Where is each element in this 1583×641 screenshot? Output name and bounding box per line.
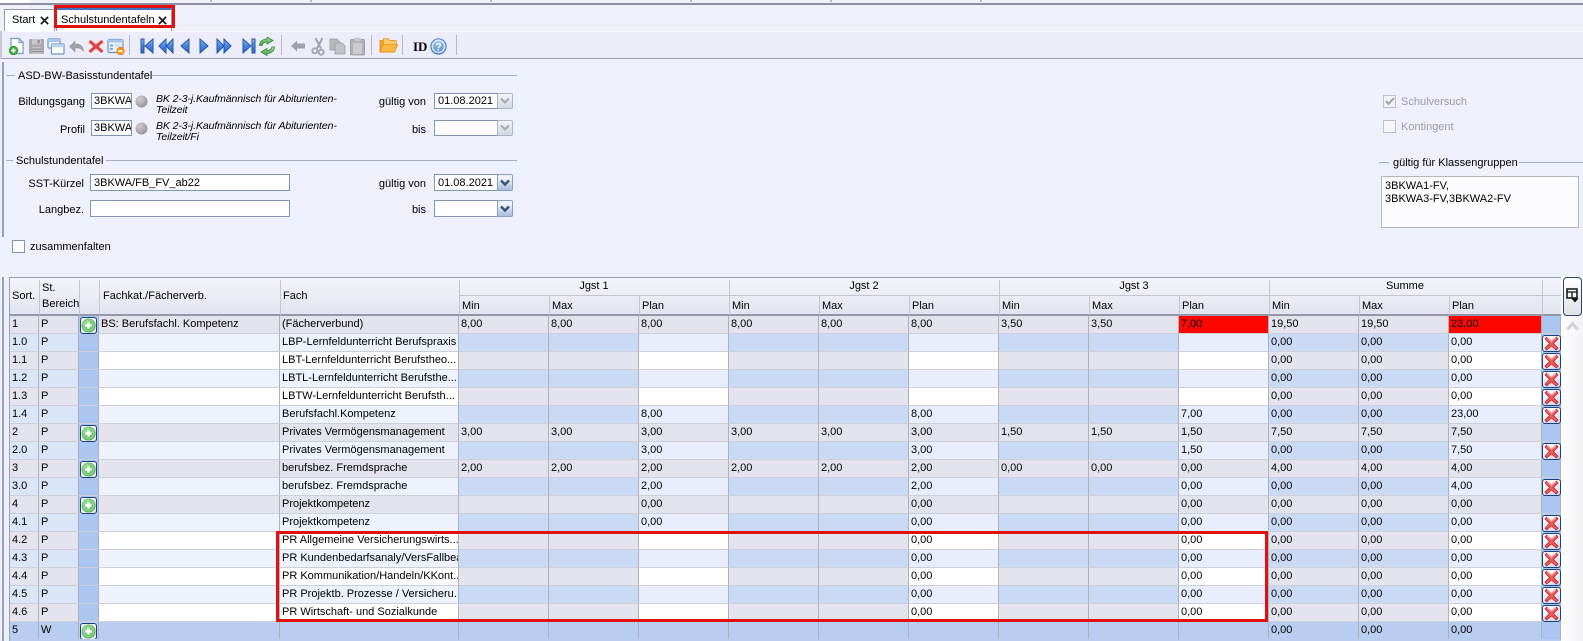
svg-text:?: ? <box>435 42 442 54</box>
